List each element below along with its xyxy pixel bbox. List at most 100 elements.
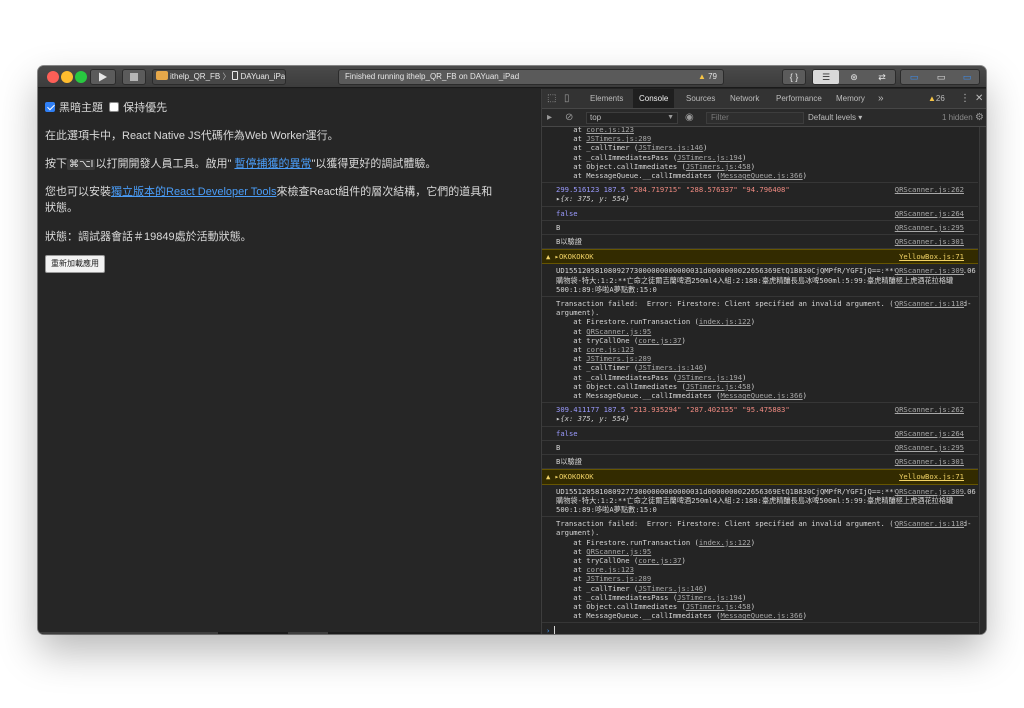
title-bar: ithelp_QR_FB 〉 DAYuan_iPad Finished runni…	[38, 66, 986, 88]
console-filter-input[interactable]: Filter	[706, 112, 804, 124]
stack-frame-link[interactable]: MessageQueue.js:366	[720, 391, 802, 400]
close-devtools-icon[interactable]: ✕	[975, 89, 983, 108]
log-object[interactable]: ▸{x: 375, y: 554}	[556, 414, 630, 423]
warning-triangle-icon: ▲	[546, 472, 555, 482]
log-levels-dropdown[interactable]: Default levels ▾	[808, 113, 862, 123]
stack-frame-link[interactable]: JSTimers.js:289	[586, 574, 651, 583]
priority-checkbox[interactable]	[109, 102, 120, 112]
session-status: 狀態：調試器會話＃19849處於活動狀態。	[45, 231, 252, 243]
reload-app-button[interactable]: 重新加載應用	[45, 255, 105, 273]
source-link[interactable]: QRScanner.js:301	[894, 237, 964, 247]
source-link[interactable]: QRScanner.js:295	[894, 222, 964, 233]
navigator-panel-icon[interactable]: ▭	[901, 70, 927, 84]
scheme-selector[interactable]: ithelp_QR_FB 〉 DAYuan_iPad	[152, 69, 286, 85]
stack-frame-link[interactable]: index.js:122	[699, 538, 751, 547]
stack-frame-link[interactable]: JSTimers.js:289	[586, 134, 651, 143]
log-message: B QRScanner.js:295	[542, 441, 978, 456]
warning-count: 79	[708, 72, 717, 81]
tab-sources[interactable]: Sources	[686, 89, 715, 108]
stack-trace-fragment: at core.js:123 at JSTimers.js:289 at _ca…	[542, 127, 978, 184]
stop-button[interactable]	[122, 69, 146, 85]
stack-frame-link[interactable]: MessageQueue.js:366	[720, 611, 802, 620]
stack-frame-link[interactable]: JSTimers.js:289	[586, 354, 651, 363]
source-link[interactable]: QRScanner.js:118	[894, 519, 964, 529]
show-sidebar-icon[interactable]: ▸	[547, 113, 552, 123]
run-button[interactable]	[90, 69, 116, 85]
stack-frame-link[interactable]: core.js:37	[638, 336, 681, 345]
source-link[interactable]: QRScanner.js:295	[894, 442, 964, 453]
stack-frame: at tryCallOne (core.js:37)	[556, 335, 686, 345]
more-tabs-button[interactable]: »	[878, 89, 884, 108]
stack-frame-link[interactable]: JSTimers.js:458	[686, 602, 751, 611]
console-output[interactable]: at core.js:123 at JSTimers.js:289 at _ca…	[542, 127, 978, 634]
pause-exceptions-link[interactable]: 暫停捕獲的異常	[234, 158, 311, 170]
stack-frame-link[interactable]: JSTimers.js:194	[677, 593, 742, 602]
stack-frame-link[interactable]: core.js:123	[586, 565, 634, 574]
standard-editor-icon[interactable]: ☰	[813, 70, 839, 84]
stack-frame-link[interactable]: core.js:123	[586, 127, 634, 134]
close-window-button[interactable]	[47, 71, 59, 83]
log-message: false QRScanner.js:264	[542, 427, 978, 441]
stack-frame-link[interactable]: QRScanner.js:95	[586, 327, 651, 336]
kebab-menu-icon[interactable]: ⋮	[960, 89, 970, 108]
stack-frame-link[interactable]: core.js:37	[638, 556, 681, 565]
assistant-editor-icon[interactable]: ⊛	[841, 70, 867, 84]
context-selector[interactable]: top ▼	[586, 112, 678, 124]
stack-frame-link[interactable]: JSTimers.js:458	[686, 382, 751, 391]
debug-area-icon[interactable]: ▭	[928, 70, 954, 84]
stack-frame-link[interactable]: JSTimers.js:146	[638, 363, 703, 372]
inspect-element-icon[interactable]: ⬚	[547, 94, 556, 104]
left-scroll-thumb[interactable]	[38, 632, 218, 634]
stack-frame-link[interactable]: MessageQueue.js:366	[720, 171, 802, 180]
stack-frame-link[interactable]: JSTimers.js:146	[638, 584, 703, 593]
warnings-badge[interactable]: ▲26	[928, 89, 945, 108]
utilities-panel-icon[interactable]: ▭	[954, 70, 980, 84]
source-link[interactable]: YellowBox.js:71	[899, 472, 964, 482]
log-message: UD15512058108092773000000000000031d00000…	[542, 485, 978, 518]
stack-frame: at _callImmediatesPass (JSTimers.js:194)	[556, 592, 747, 602]
tab-network[interactable]: Network	[730, 89, 759, 108]
dark-theme-checkbox[interactable]	[45, 102, 55, 112]
clear-console-icon[interactable]: ⊘	[565, 113, 573, 123]
source-link[interactable]: QRScanner.js:264	[894, 208, 964, 218]
source-link[interactable]: QRScanner.js:309	[894, 266, 964, 276]
react-devtools-wrap: 狀態。	[45, 202, 78, 214]
eye-icon[interactable]: ◉	[685, 113, 694, 123]
source-link[interactable]: QRScanner.js:309	[894, 486, 964, 496]
stack-frame-link[interactable]: QRScanner.js:95	[586, 547, 651, 556]
device-toolbar-icon[interactable]: ▯	[564, 94, 570, 104]
library-button[interactable]: { }	[782, 69, 806, 85]
stack-frame-link[interactable]: JSTimers.js:458	[686, 162, 751, 171]
console-settings-icon[interactable]: ⚙	[975, 113, 984, 123]
stack-frame-link[interactable]: JSTimers.js:146	[638, 143, 703, 152]
log-text: B以驗證	[556, 457, 582, 467]
log-message: B QRScanner.js:295	[542, 221, 978, 236]
source-link[interactable]: QRScanner.js:118	[894, 299, 964, 309]
warning-message[interactable]: ▲ ▸OKOKOKOK YellowBox.js:71	[542, 249, 978, 265]
stack-frame-link[interactable]: JSTimers.js:194	[677, 153, 742, 162]
stack-frame-link[interactable]: index.js:122	[699, 317, 751, 326]
source-link[interactable]: QRScanner.js:262	[894, 405, 964, 415]
minimize-window-button[interactable]	[61, 71, 73, 83]
tab-elements[interactable]: Elements	[590, 89, 623, 108]
source-link[interactable]: QRScanner.js:262	[894, 185, 964, 195]
source-link[interactable]: QRScanner.js:301	[894, 457, 964, 467]
tab-performance[interactable]: Performance	[776, 89, 822, 108]
stack-frame-link[interactable]: JSTimers.js:194	[677, 373, 742, 382]
console-prompt[interactable]: ›	[542, 623, 978, 634]
braces-icon: { }	[789, 72, 799, 82]
stack-frame-link[interactable]: core.js:123	[586, 345, 634, 354]
warning-message[interactable]: ▲ ▸OKOKOKOK YellowBox.js:71	[542, 469, 978, 485]
zoom-window-button[interactable]	[75, 71, 87, 83]
log-message: UD15512058108092773000000000000031d00000…	[542, 264, 978, 298]
log-message: B以驗證 QRScanner.js:301	[542, 455, 978, 470]
console-scrollbar[interactable]	[979, 127, 986, 634]
tab-memory[interactable]: Memory	[836, 89, 865, 108]
warnings-indicator[interactable]: ▲ 79	[698, 70, 717, 84]
log-object[interactable]: ▸{x: 375, y: 554}	[556, 194, 630, 203]
tab-console[interactable]: Console	[633, 89, 675, 108]
source-link[interactable]: QRScanner.js:264	[894, 428, 964, 438]
version-editor-icon[interactable]: ⇄	[869, 70, 895, 84]
react-devtools-link[interactable]: 獨立版本的React Developer Tools	[111, 186, 276, 198]
source-link[interactable]: YellowBox.js:71	[899, 252, 964, 262]
